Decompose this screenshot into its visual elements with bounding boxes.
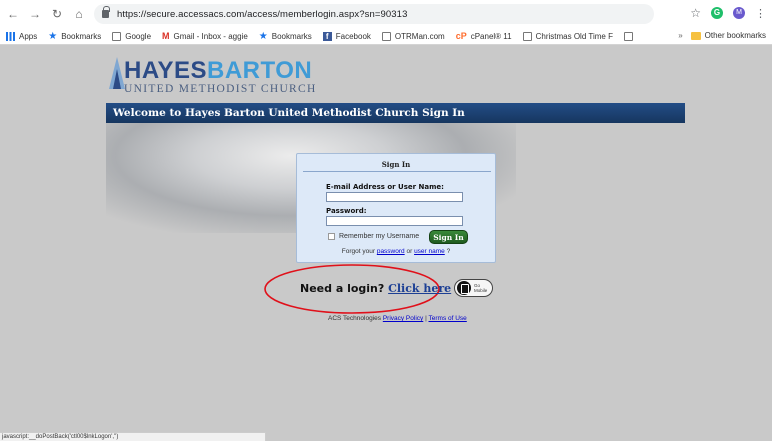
facebook-icon: f	[322, 31, 332, 41]
other-bookmarks[interactable]: Other bookmarks	[705, 31, 766, 40]
remember-username[interactable]: Remember my Username	[328, 233, 419, 240]
star-icon: ★	[258, 30, 268, 42]
welcome-title: Welcome to Hayes Barton United Methodist…	[113, 107, 465, 119]
star-icon: ★	[48, 30, 58, 42]
menu-kebab-icon[interactable]: ⋮	[755, 7, 766, 20]
password-field[interactable]	[326, 216, 463, 226]
bookmark-google[interactable]: Google	[112, 31, 151, 41]
click-here-link[interactable]: Click here	[388, 282, 451, 295]
need-login-prompt: Need a login? Click here	[300, 282, 452, 295]
forgot-password-link[interactable]: password	[377, 248, 405, 255]
terms-of-use-link[interactable]: Terms of Use	[429, 315, 467, 322]
forgot-credentials: Forgot your password or user name ?	[341, 248, 451, 255]
mobile-phone-icon	[457, 281, 471, 295]
signin-panel: Sign In E-mail Address or User Name: Pas…	[296, 153, 496, 263]
gmail-icon: M	[162, 30, 170, 41]
bookmarks-bar: Apps ★ Bookmarks Google M Gmail - Inbox - …	[0, 28, 772, 45]
go-mobile-button[interactable]: Go Mobile	[454, 279, 493, 297]
forward-arrow-icon[interactable]: →	[26, 5, 44, 23]
apps-icon	[6, 31, 15, 41]
welcome-banner: Welcome to Hayes Barton United Methodist…	[106, 103, 685, 123]
grammarly-extension-icon[interactable]: G	[711, 7, 723, 19]
logo-barton: BARTON	[206, 57, 313, 84]
signin-title: Sign In	[381, 160, 411, 169]
cpanel-icon: cP	[455, 30, 467, 41]
logo-hayes: HAYES	[124, 57, 207, 84]
bookmark-star-icon[interactable]: ☆	[690, 6, 701, 20]
email-field[interactable]	[326, 192, 463, 202]
bookmark-christmas[interactable]: Christmas Old Time F	[522, 31, 613, 41]
logo-subtitle: UNITED METHODIST CHURCH	[124, 83, 317, 95]
url-text[interactable]: https://secure.accessacs.com/access/memb…	[117, 9, 407, 20]
bookmark-untitled[interactable]	[623, 31, 637, 41]
folder-icon	[690, 31, 701, 40]
lock-icon	[102, 6, 110, 18]
bookmark-gmail[interactable]: M Gmail - Inbox - aggie	[162, 30, 248, 41]
email-label: E-mail Address or User Name:	[326, 183, 444, 191]
bookmark-otrman[interactable]: OTRMan.com	[381, 31, 445, 41]
go-mobile-label: Go Mobile	[474, 283, 488, 293]
bookmark-bookmarks-2[interactable]: ★ Bookmarks	[258, 30, 312, 42]
bookmark-bookmarks[interactable]: ★ Bookmarks	[48, 30, 101, 42]
page-icon	[112, 31, 122, 41]
page-icon	[522, 31, 532, 41]
address-bar[interactable]: https://secure.accessacs.com/access/memb…	[94, 4, 654, 24]
browser-toolbar: ← → ↻ ⌂ https://secure.accessacs.com/acc…	[0, 0, 772, 28]
footer: ACS Technologies Privacy Policy | Terms …	[328, 315, 467, 322]
divider	[303, 171, 491, 172]
remember-label: Remember my Username	[339, 233, 420, 240]
reload-icon[interactable]: ↻	[48, 5, 66, 23]
back-arrow-icon[interactable]: ←	[4, 5, 22, 23]
bookmarks-right: » Other bookmarks	[678, 31, 766, 40]
bookmark-apps[interactable]: Apps	[6, 31, 37, 41]
forgot-username-link[interactable]: user name	[414, 248, 445, 255]
password-label: Password:	[326, 207, 367, 215]
privacy-policy-link[interactable]: Privacy Policy	[383, 315, 423, 322]
bookmark-cpanel[interactable]: cP cPanel® 11	[455, 30, 512, 41]
bookmark-facebook[interactable]: f Facebook	[322, 31, 371, 41]
status-bar: javascript:__doPostBack('ctl00$lnkLogon'…	[0, 432, 266, 441]
home-icon[interactable]: ⌂	[70, 5, 88, 23]
bookmarks-overflow-icon[interactable]: »	[678, 31, 682, 40]
remember-checkbox[interactable]	[328, 233, 335, 240]
sign-in-button[interactable]: Sign In	[429, 230, 468, 244]
logo-wordmark: HAYESBARTON	[124, 57, 312, 85]
page-icon	[381, 31, 391, 41]
page-icon	[623, 31, 633, 41]
browser-actions: ☆ G M ⋮	[690, 6, 766, 20]
profile-avatar[interactable]: M	[733, 7, 745, 19]
